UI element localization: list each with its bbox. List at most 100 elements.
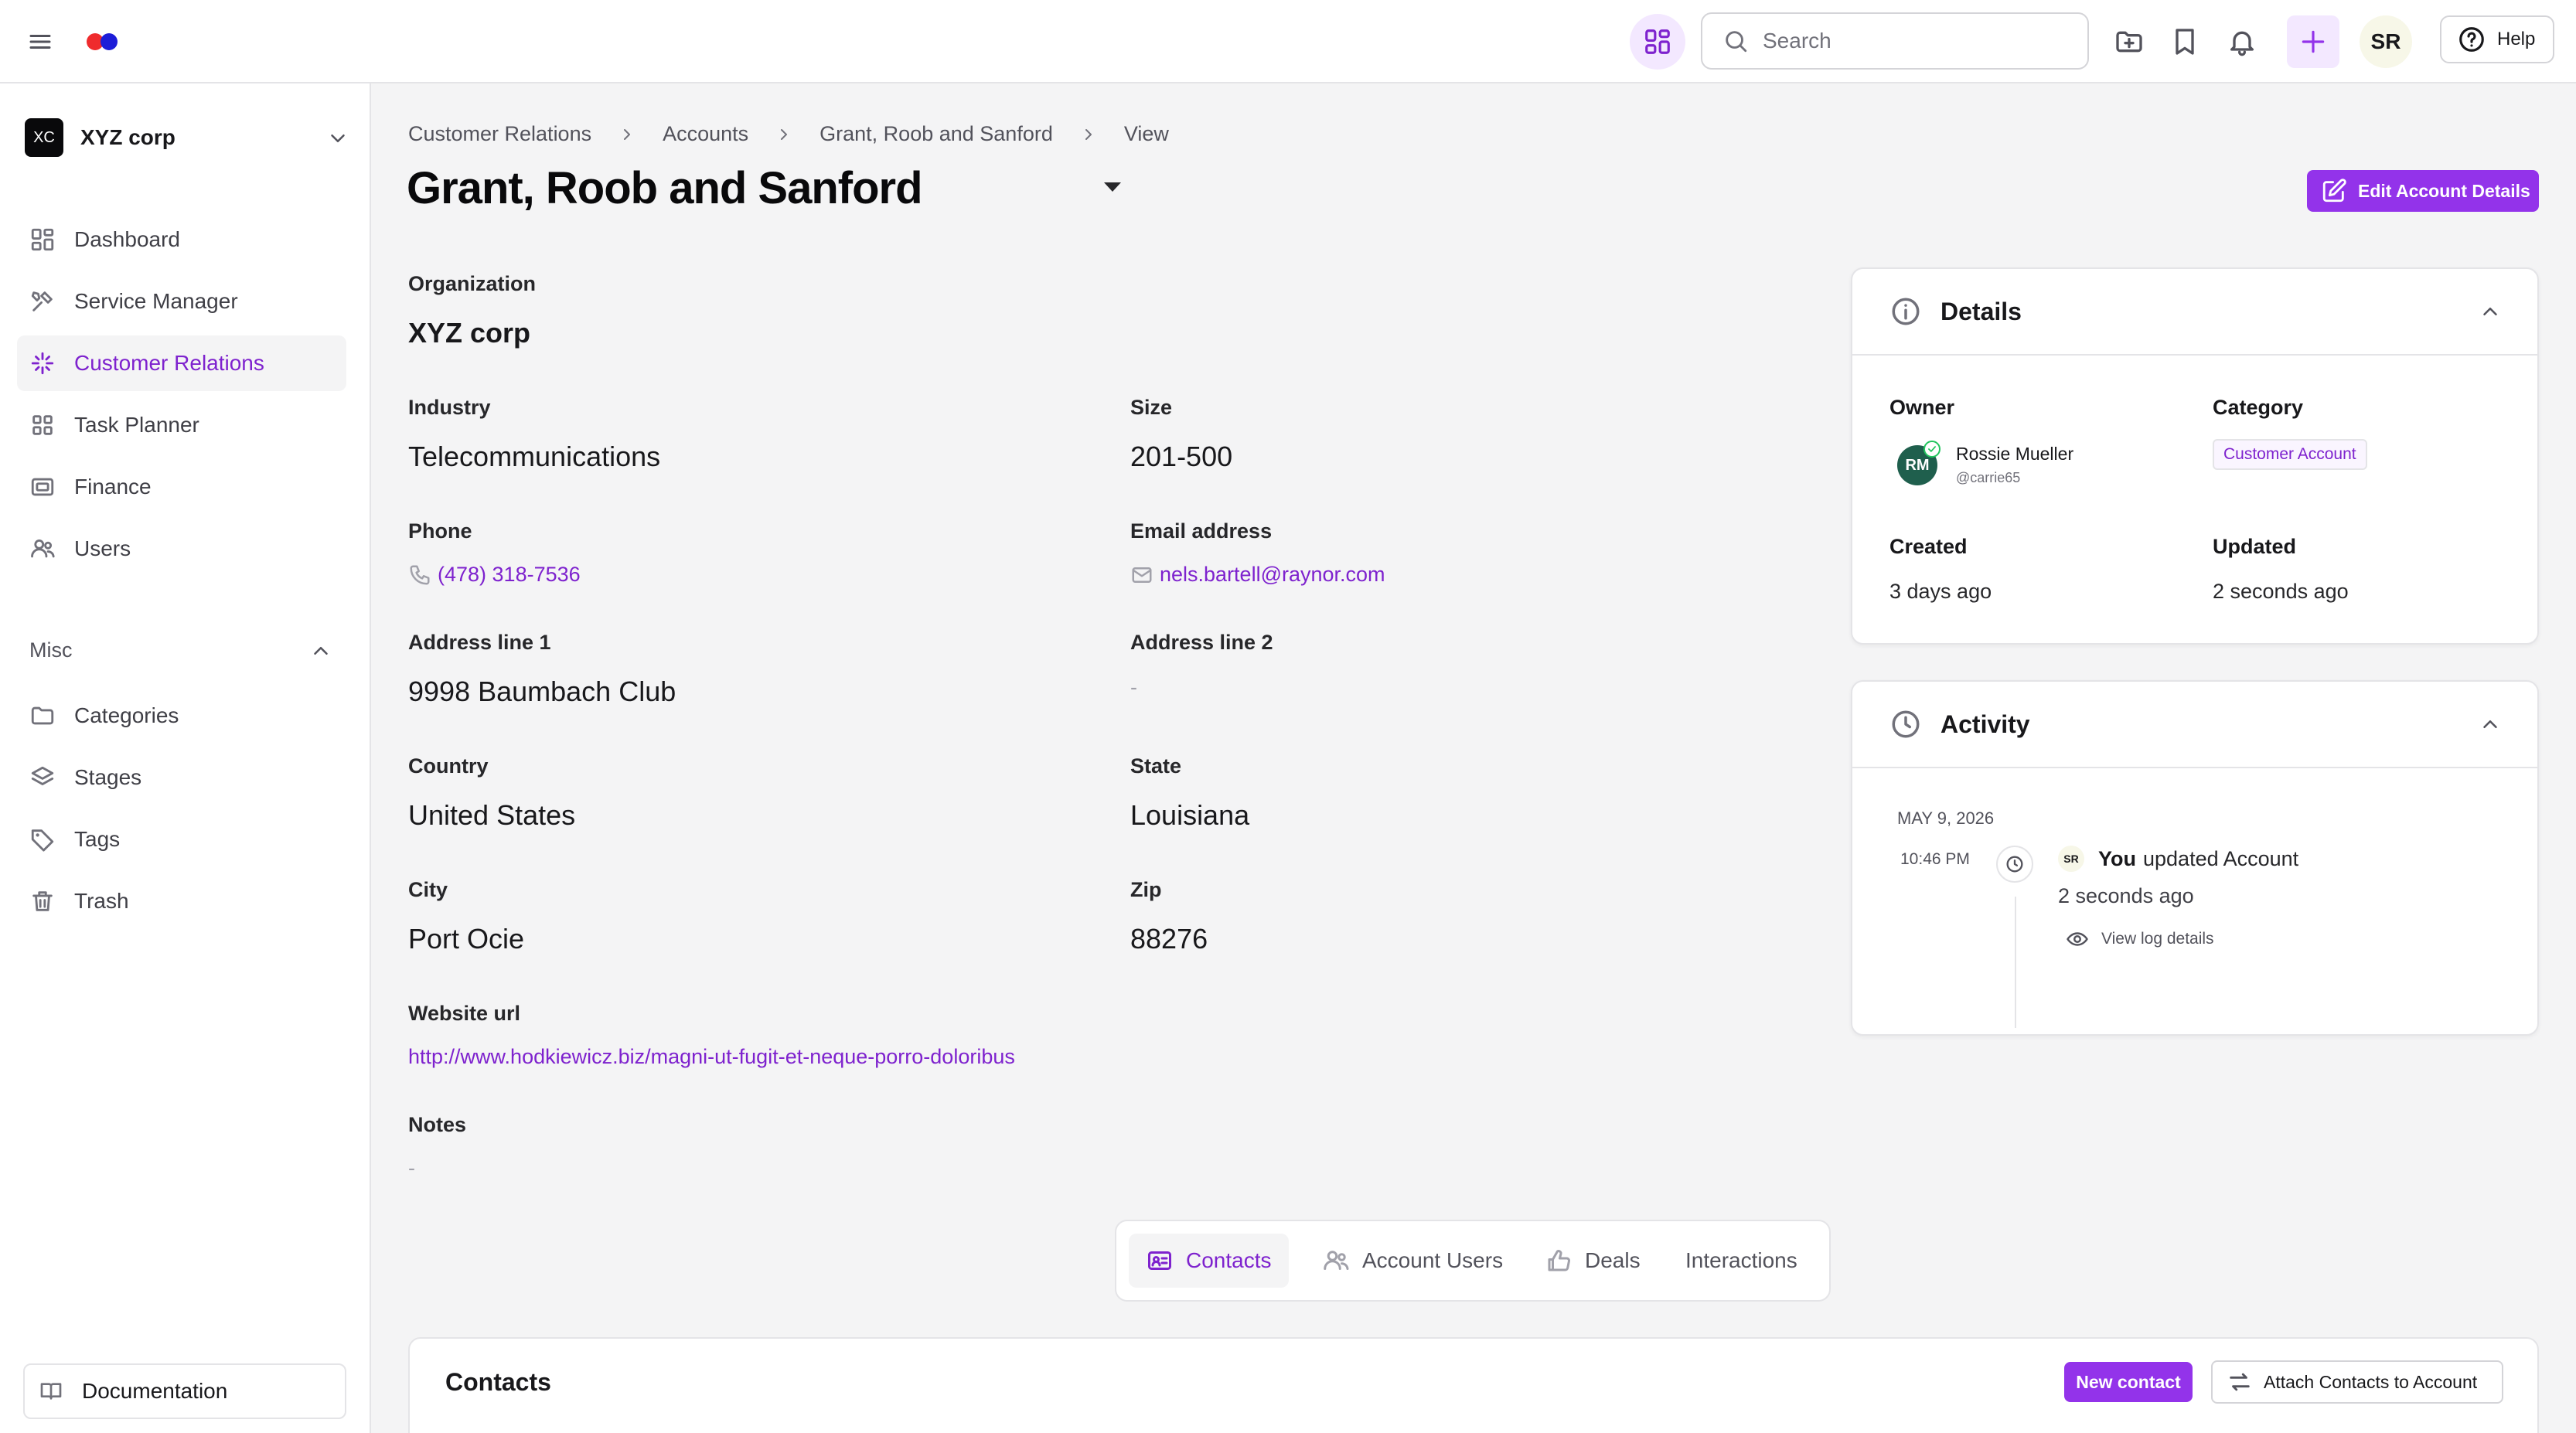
industry-label: Industry [408, 396, 491, 419]
website-link[interactable]: http://www.hodkiewicz.biz/magni-ut-fugit… [408, 1045, 1015, 1069]
tab-deals[interactable]: Deals [1528, 1234, 1658, 1288]
page-title: Grant, Roob and Sanford [407, 163, 923, 213]
view-log-link[interactable]: View log details [2066, 928, 2214, 951]
address1-value: 9998 Baumbach Club [408, 676, 676, 707]
create-button[interactable] [2287, 15, 2339, 68]
verified-icon [1923, 441, 1941, 458]
caret-down-icon[interactable] [1104, 182, 1121, 192]
owner-name: Rossie Mueller [1956, 444, 2074, 464]
tab-contacts[interactable]: Contacts [1129, 1234, 1289, 1288]
sidebar-item-trash[interactable]: Trash [17, 873, 346, 929]
clock-icon [1892, 710, 1920, 738]
tab-interactions[interactable]: Interactions [1668, 1234, 1814, 1288]
search-icon [1726, 31, 1747, 53]
org-badge: XC [25, 118, 63, 157]
dashboard-icon [31, 228, 54, 251]
activity-date: MAY 9, 2026 [1897, 808, 1995, 828]
misc-section-toggle[interactable]: Misc [29, 638, 332, 662]
grid-icon [32, 415, 53, 435]
eye-icon [2067, 932, 2088, 946]
tab-label: Contacts [1186, 1248, 1272, 1272]
search-input[interactable] [1763, 29, 2056, 53]
help-button[interactable]: Help [2440, 15, 2554, 63]
notes-value: - [408, 1156, 415, 1179]
activity-card-header[interactable]: Activity [1852, 682, 2537, 768]
chevron-up-icon[interactable] [2479, 300, 2502, 323]
organization-label: Organization [408, 272, 537, 295]
apps-grid-icon [1645, 29, 1670, 54]
phone-link[interactable]: (478) 318-7536 [408, 563, 581, 587]
sidebar-item-customer-relations[interactable]: Customer Relations [17, 335, 346, 391]
created-value: 3 days ago [1889, 580, 1992, 603]
help-circle-icon [2459, 27, 2484, 52]
bell-icon[interactable] [2227, 26, 2257, 57]
sidebar-item-tags[interactable]: Tags [17, 812, 346, 867]
sidebar-item-finance[interactable]: Finance [17, 459, 346, 515]
tab-account-users[interactable]: Account Users [1305, 1234, 1520, 1288]
sidebar-item-stages[interactable]: Stages [17, 750, 346, 805]
sidebar-item-label: Dashboard [74, 227, 180, 251]
sidebar-item-dashboard[interactable]: Dashboard [17, 212, 346, 267]
edit-account-button[interactable]: Edit Account Details [2307, 170, 2539, 212]
updated-value: 2 seconds ago [2213, 580, 2349, 603]
chevron-up-icon [314, 646, 328, 655]
sidebar-item-label: Task Planner [74, 413, 199, 437]
sidebar: XC XYZ corp Dashboard Service Manager Cu… [0, 83, 371, 1433]
attach-contacts-button[interactable]: Attach Contacts to Account [2211, 1360, 2503, 1404]
chevron-up-icon[interactable] [2479, 713, 2502, 736]
breadcrumb-item[interactable]: Grant, Roob and Sanford [819, 122, 1053, 146]
sidebar-item-label: Service Manager [74, 289, 238, 313]
contacts-section: Contacts New contact Attach Contacts to … [408, 1337, 2539, 1433]
zip-label: Zip [1130, 878, 1162, 901]
contacts-title: Contacts [445, 1368, 551, 1396]
tab-label: Account Users [1362, 1248, 1504, 1272]
org-switcher[interactable]: XC XYZ corp [25, 114, 349, 161]
activity-title: Activity [1941, 710, 2030, 738]
sidebar-item-label: Tags [74, 827, 121, 851]
activity-action: updated Account [2143, 847, 2299, 870]
folder-add-icon[interactable] [2114, 26, 2145, 57]
chevron-down-icon [326, 127, 349, 150]
new-contact-button[interactable]: New contact [2064, 1362, 2193, 1402]
breadcrumb-item[interactable]: Accounts [663, 122, 748, 146]
sidebar-item-label: Stages [74, 765, 142, 789]
email-link[interactable]: nels.bartell@raynor.com [1130, 563, 1385, 587]
app-logo[interactable] [87, 33, 118, 50]
breadcrumb-item[interactable]: Customer Relations [408, 122, 591, 146]
sidebar-item-label: Customer Relations [74, 351, 264, 375]
sidebar-item-task-planner[interactable]: Task Planner [17, 397, 346, 453]
phone-value: (478) 318-7536 [438, 563, 581, 586]
sidebar-item-users[interactable]: Users [17, 521, 346, 577]
email-value: nels.bartell@raynor.com [1160, 563, 1385, 586]
user-avatar[interactable]: SR [2360, 15, 2412, 68]
sidebar-item-service-manager[interactable]: Service Manager [17, 274, 346, 329]
state-value: Louisiana [1130, 799, 1250, 831]
breadcrumb: Customer Relations Accounts Grant, Roob … [408, 122, 1169, 146]
activity-actor: You [2098, 847, 2136, 870]
owner-handle: @carrie65 [1956, 470, 2021, 485]
edit-icon [2322, 179, 2346, 203]
category-badge: Customer Account [2213, 439, 2367, 470]
edit-account-label: Edit Account Details [2358, 180, 2530, 201]
apps-grid-button[interactable] [1630, 14, 1685, 70]
sidebar-item-categories[interactable]: Categories [17, 688, 346, 744]
tag-icon [31, 829, 54, 852]
users-icon [31, 539, 55, 558]
attach-contacts-label: Attach Contacts to Account [2264, 1371, 2478, 1392]
notes-label: Notes [408, 1113, 467, 1136]
bookmark-icon[interactable] [2169, 26, 2200, 57]
search-box[interactable] [1701, 12, 2089, 70]
industry-value: Telecommunications [408, 441, 661, 472]
menu-icon[interactable] [26, 28, 54, 56]
website-label: Website url [408, 1002, 521, 1025]
phone-icon [410, 565, 430, 584]
info-icon [1892, 298, 1920, 325]
category-label: Category [2213, 396, 2304, 419]
address2-label: Address line 2 [1130, 631, 1273, 654]
tools-icon [31, 291, 53, 311]
documentation-button[interactable]: Documentation [23, 1363, 346, 1419]
users-icon [1324, 1251, 1349, 1270]
org-name: XYZ corp [80, 125, 175, 149]
timeline-line [2015, 897, 2016, 1028]
details-card-header[interactable]: Details [1852, 269, 2537, 356]
